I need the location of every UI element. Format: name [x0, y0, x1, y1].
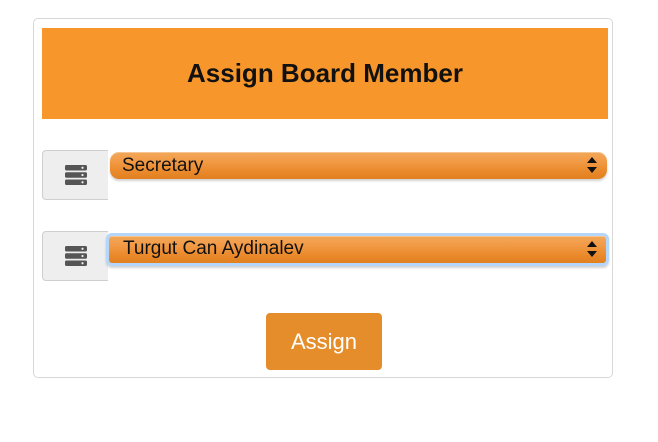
server-icon	[64, 165, 87, 185]
assign-board-member-card: Assign Board Member Secretary Turgut Can…	[33, 18, 613, 378]
card-header: Assign Board Member	[42, 28, 608, 119]
select-arrows-icon	[587, 157, 597, 173]
assign-button[interactable]: Assign	[266, 313, 382, 370]
member-select[interactable]: Turgut Can Aydinalev	[106, 233, 609, 266]
server-icon	[64, 246, 87, 266]
select-arrows-icon	[587, 241, 597, 257]
role-select-value: Secretary	[122, 155, 204, 176]
member-select-group: Turgut Can Aydinalev	[42, 231, 609, 283]
role-select-addon	[42, 150, 108, 200]
role-select[interactable]: Secretary	[110, 152, 607, 179]
page-title: Assign Board Member	[187, 58, 463, 88]
member-select-value: Turgut Can Aydinalev	[123, 238, 304, 259]
role-select-group: Secretary	[42, 150, 608, 202]
member-select-addon	[42, 231, 108, 281]
